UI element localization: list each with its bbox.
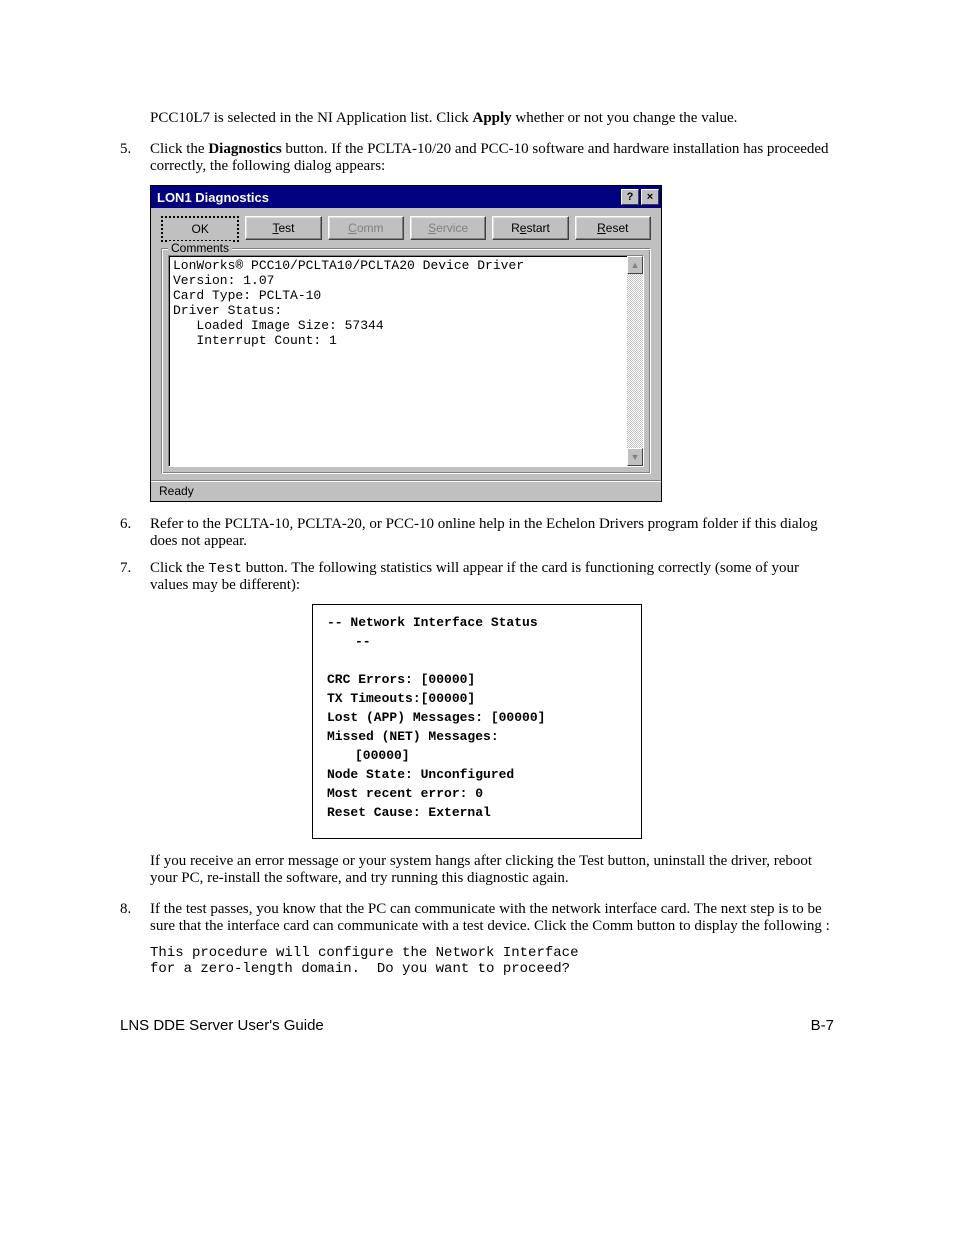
dialog-titlebar[interactable]: LON1 Diagnostics ? × — [151, 186, 661, 208]
comments-textarea[interactable]: LonWorks® PCC10/PCLTA10/PCLTA20 Device D… — [169, 256, 627, 466]
test-button[interactable]: Test — [245, 216, 321, 240]
step-5: 5. Click the Diagnostics button. If the … — [120, 141, 834, 175]
reset-button[interactable]: Reset — [575, 216, 651, 240]
intro-text: PCC10L7 is selected in the NI Applicatio… — [150, 110, 834, 127]
service-button[interactable]: Service — [410, 216, 486, 240]
ok-button[interactable]: OK — [161, 216, 239, 242]
footer-right: B-7 — [811, 1017, 834, 1034]
footer-left: LNS DDE Server User's Guide — [120, 1017, 324, 1034]
stats-box: -- Network Interface Status -- CRC Error… — [312, 604, 642, 839]
comments-label: Comments — [168, 241, 232, 255]
step-7-after: If you receive an error message or your … — [150, 853, 834, 887]
step-6: 6. Refer to the PCLTA-10, PCLTA-20, or P… — [120, 516, 834, 550]
step-8: 8. If the test passes, you know that the… — [120, 901, 834, 935]
scroll-down-icon[interactable]: ▼ — [627, 448, 643, 466]
comments-group: Comments LonWorks® PCC10/PCLTA10/PCLTA20… — [161, 248, 651, 474]
close-icon[interactable]: × — [641, 189, 659, 205]
help-icon[interactable]: ? — [621, 189, 639, 205]
scrollbar[interactable]: ▲ ▼ — [627, 256, 643, 466]
status-bar: Ready — [151, 480, 661, 501]
scroll-up-icon[interactable]: ▲ — [627, 256, 643, 274]
comm-button[interactable]: Comm — [328, 216, 404, 240]
code-block: This procedure will configure the Networ… — [150, 945, 834, 977]
step-7: 7. Click the Test button. The following … — [120, 560, 834, 594]
restart-button[interactable]: Restart — [492, 216, 568, 240]
page-footer: LNS DDE Server User's Guide B-7 — [120, 1017, 834, 1034]
dialog-title: LON1 Diagnostics — [157, 190, 269, 205]
diagnostics-dialog: LON1 Diagnostics ? × OK Test Comm Servic… — [150, 185, 662, 502]
